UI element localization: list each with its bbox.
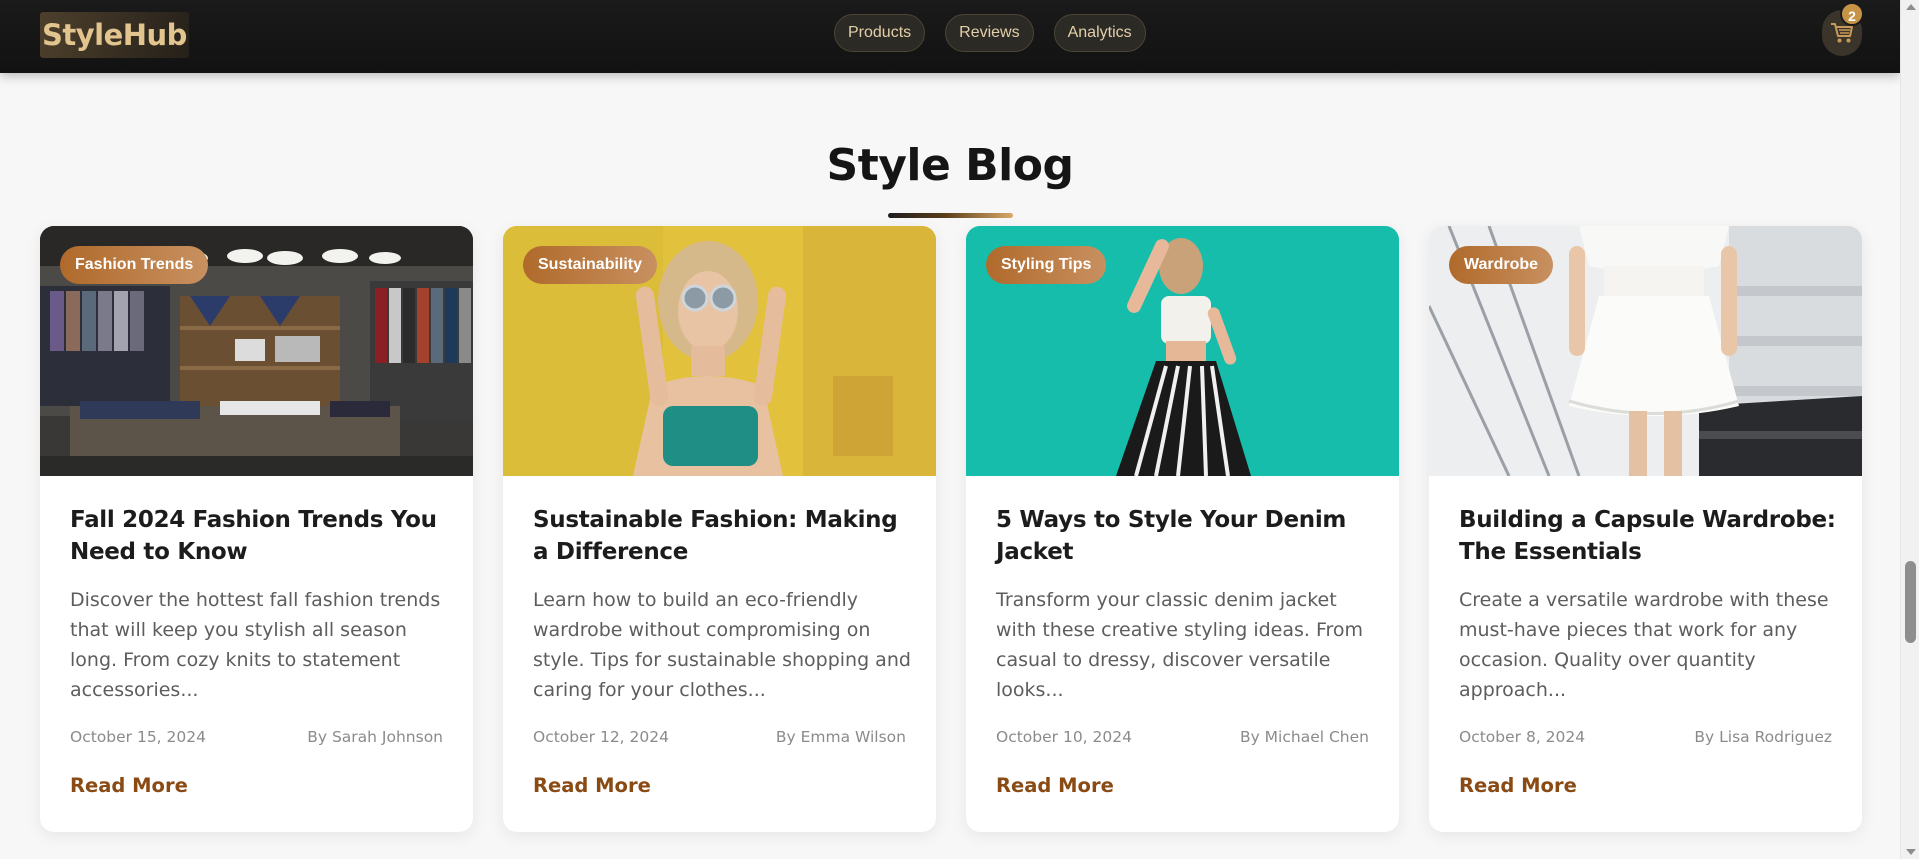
read-more-link[interactable]: Read More xyxy=(996,774,1114,797)
top-navbar: StyleHub Products Reviews Analytics 2 xyxy=(0,0,1900,73)
title-underline xyxy=(888,213,1013,218)
post-date: October 10, 2024 xyxy=(996,728,1132,746)
blog-card[interactable]: Sustainability Sustainable Fashion: Maki… xyxy=(503,226,936,832)
category-tag: Fashion Trends xyxy=(60,246,209,284)
scroll-down-arrow-icon[interactable] xyxy=(1906,849,1916,855)
post-author: By Sarah Johnson xyxy=(307,728,443,746)
scroll-up-arrow-icon[interactable] xyxy=(1906,4,1916,10)
post-date: October 12, 2024 xyxy=(533,728,669,746)
site-logo[interactable]: StyleHub xyxy=(40,12,189,58)
blog-card[interactable]: Fashion Trends Fall 2024 Fashion Trends … xyxy=(40,226,473,832)
page: StyleHub Products Reviews Analytics 2 St… xyxy=(0,0,1900,859)
blog-card-grid: Fashion Trends Fall 2024 Fashion Trends … xyxy=(40,226,1862,832)
white-dress-image[interactable]: Wardrobe xyxy=(1429,226,1862,476)
post-meta: October 12, 2024 By Emma Wilson xyxy=(533,728,906,746)
blog-card[interactable]: Wardrobe Building a Capsule Wardrobe: Th… xyxy=(1429,226,1862,832)
category-tag: Wardrobe xyxy=(1449,246,1554,284)
post-author: By Emma Wilson xyxy=(775,728,906,746)
category-tag: Sustainability xyxy=(523,246,658,284)
post-date: October 15, 2024 xyxy=(70,728,206,746)
nav-analytics[interactable]: Analytics xyxy=(1053,14,1146,52)
main-nav: Products Reviews Analytics xyxy=(834,14,1146,52)
read-more-link[interactable]: Read More xyxy=(70,774,188,797)
nav-reviews[interactable]: Reviews xyxy=(945,14,1034,52)
post-excerpt: Learn how to build an eco-friendly wardr… xyxy=(533,589,911,701)
post-author: By Lisa Rodriguez xyxy=(1694,728,1832,746)
post-excerpt: Create a versatile wardrobe with these m… xyxy=(1459,589,1829,701)
post-meta: October 10, 2024 By Michael Chen xyxy=(996,728,1369,746)
section-title: Style Blog xyxy=(826,140,1075,191)
post-author: By Michael Chen xyxy=(1239,728,1369,746)
post-excerpt: Discover the hottest fall fashion trends… xyxy=(70,589,441,701)
post-excerpt: Transform your classic denim jacket with… xyxy=(996,589,1364,701)
vertical-scrollbar[interactable] xyxy=(1900,0,1919,859)
post-meta: October 15, 2024 By Sarah Johnson xyxy=(70,728,443,746)
teal-wall-woman-image[interactable]: Styling Tips xyxy=(966,226,1399,476)
post-title[interactable]: 5 Ways to Style Your Denim Jacket xyxy=(996,504,1381,568)
category-tag: Styling Tips xyxy=(986,246,1107,284)
sunglasses-woman-image[interactable]: Sustainability xyxy=(503,226,936,476)
post-date: October 8, 2024 xyxy=(1459,728,1586,746)
clothing-store-image[interactable]: Fashion Trends xyxy=(40,226,473,476)
read-more-link[interactable]: Read More xyxy=(1459,774,1577,797)
post-title[interactable]: Fall 2024 Fashion Trends You Need to Kno… xyxy=(70,504,455,568)
post-title[interactable]: Building a Capsule Wardrobe: The Essenti… xyxy=(1459,504,1844,568)
post-title[interactable]: Sustainable Fashion: Making a Difference xyxy=(533,504,918,568)
blog-card[interactable]: Styling Tips 5 Ways to Style Your Denim … xyxy=(966,226,1399,832)
read-more-link[interactable]: Read More xyxy=(533,774,651,797)
scrollbar-thumb[interactable] xyxy=(1905,561,1916,643)
nav-products[interactable]: Products xyxy=(834,14,926,52)
cart-count-badge: 2 xyxy=(1840,2,1864,26)
post-meta: October 8, 2024 By Lisa Rodriguez xyxy=(1459,728,1832,746)
